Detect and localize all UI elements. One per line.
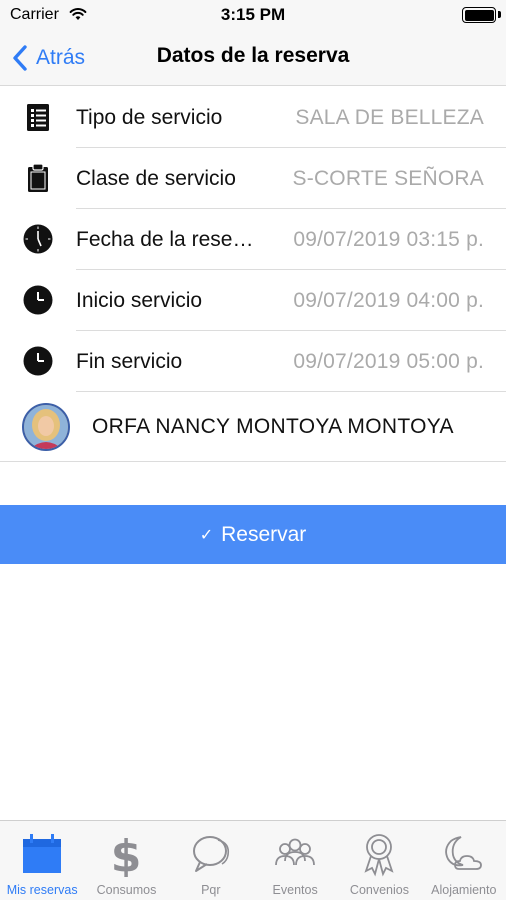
detail-row-booking-date: Fecha de la reserva 09/07/2019 03:15 p. (0, 209, 506, 270)
tab-label: Mis reservas (6, 883, 78, 897)
detail-row-service-end: Fin servicio 09/07/2019 05:00 p. (0, 331, 506, 392)
dollar-icon: $ (111, 831, 142, 877)
reserve-button-label: Reservar (221, 522, 307, 546)
tab-convenios[interactable]: Convenios (337, 821, 421, 900)
reservation-detail-list: Tipo de servicio SALA DE BELLEZA Clase d… (0, 87, 506, 462)
detail-label: Clase de servicio (76, 166, 236, 190)
detail-value: SALA DE BELLEZA (295, 105, 484, 129)
stylist-name: ORFA NANCY MONTOYA MONTOYA (92, 415, 454, 438)
tab-label: Eventos (272, 883, 318, 897)
tab-alojamiento[interactable]: Alojamiento (422, 821, 506, 900)
battery-tip (498, 11, 501, 18)
tab-bar: Mis reservas $ Consumos Pqr Eventos Conv… (0, 820, 506, 900)
calendar-icon (23, 834, 62, 873)
tab-label: Convenios (349, 883, 409, 897)
tab-pqr[interactable]: Pqr (169, 821, 253, 900)
tab-mis-reservas[interactable]: Mis reservas (0, 821, 84, 900)
avatar (22, 403, 70, 451)
detail-value: 09/07/2019 03:15 p. (293, 227, 484, 251)
detail-row-service-type: Tipo de servicio SALA DE BELLEZA (0, 87, 506, 148)
clock-time: 3:15 PM (220, 5, 286, 24)
tab-label: Consumos (96, 883, 157, 897)
detail-label: Fecha de la reserva (76, 227, 254, 251)
moon-cloud-icon (444, 836, 482, 870)
page-title: Datos de la reserva (156, 44, 350, 67)
clock-icon (23, 346, 53, 376)
detail-label: Fin servicio (76, 349, 183, 373)
battery-level (464, 9, 494, 21)
tab-eventos[interactable]: Eventos (253, 821, 337, 900)
detail-value: 09/07/2019 05:00 p. (293, 349, 484, 373)
svg-text:$: $ (111, 831, 142, 877)
person-photo-icon (24, 405, 68, 449)
battery-icon (462, 7, 496, 23)
checkmark-icon: ✓ (199, 526, 214, 544)
people-group-icon (275, 838, 316, 866)
award-ribbon-icon (364, 834, 395, 877)
tab-consumos[interactable]: $ Consumos (84, 821, 168, 900)
tab-label: Alojamiento (431, 883, 497, 897)
document-list-icon (27, 104, 49, 131)
detail-label: Inicio servicio (76, 288, 203, 312)
status-bar: Carrier 3:15 PM (0, 0, 506, 30)
reservation-details-screen: Carrier 3:15 PM Atrás Datos de la reserv… (0, 0, 506, 900)
detail-row-service-start: Inicio servicio 09/07/2019 04:00 p. (0, 270, 506, 331)
chat-bubbles-icon (192, 836, 229, 872)
stylist-row[interactable]: ORFA NANCY MONTOYA MONTOYA (0, 392, 506, 462)
tab-label: Pqr (201, 883, 221, 897)
clock-icon (23, 285, 53, 315)
detail-label: Tipo de servicio (76, 105, 223, 129)
clock-icon (23, 224, 53, 254)
clipboard-icon (28, 163, 48, 192)
detail-value: S-CORTE SEÑORA (292, 166, 484, 190)
detail-row-service-class: Clase de servicio S-CORTE SEÑORA (0, 148, 506, 209)
detail-value: 09/07/2019 04:00 p. (293, 288, 484, 312)
reserve-button[interactable]: ✓ Reservar (0, 505, 506, 564)
navigation-bar: Atrás Datos de la reserva (0, 30, 506, 86)
